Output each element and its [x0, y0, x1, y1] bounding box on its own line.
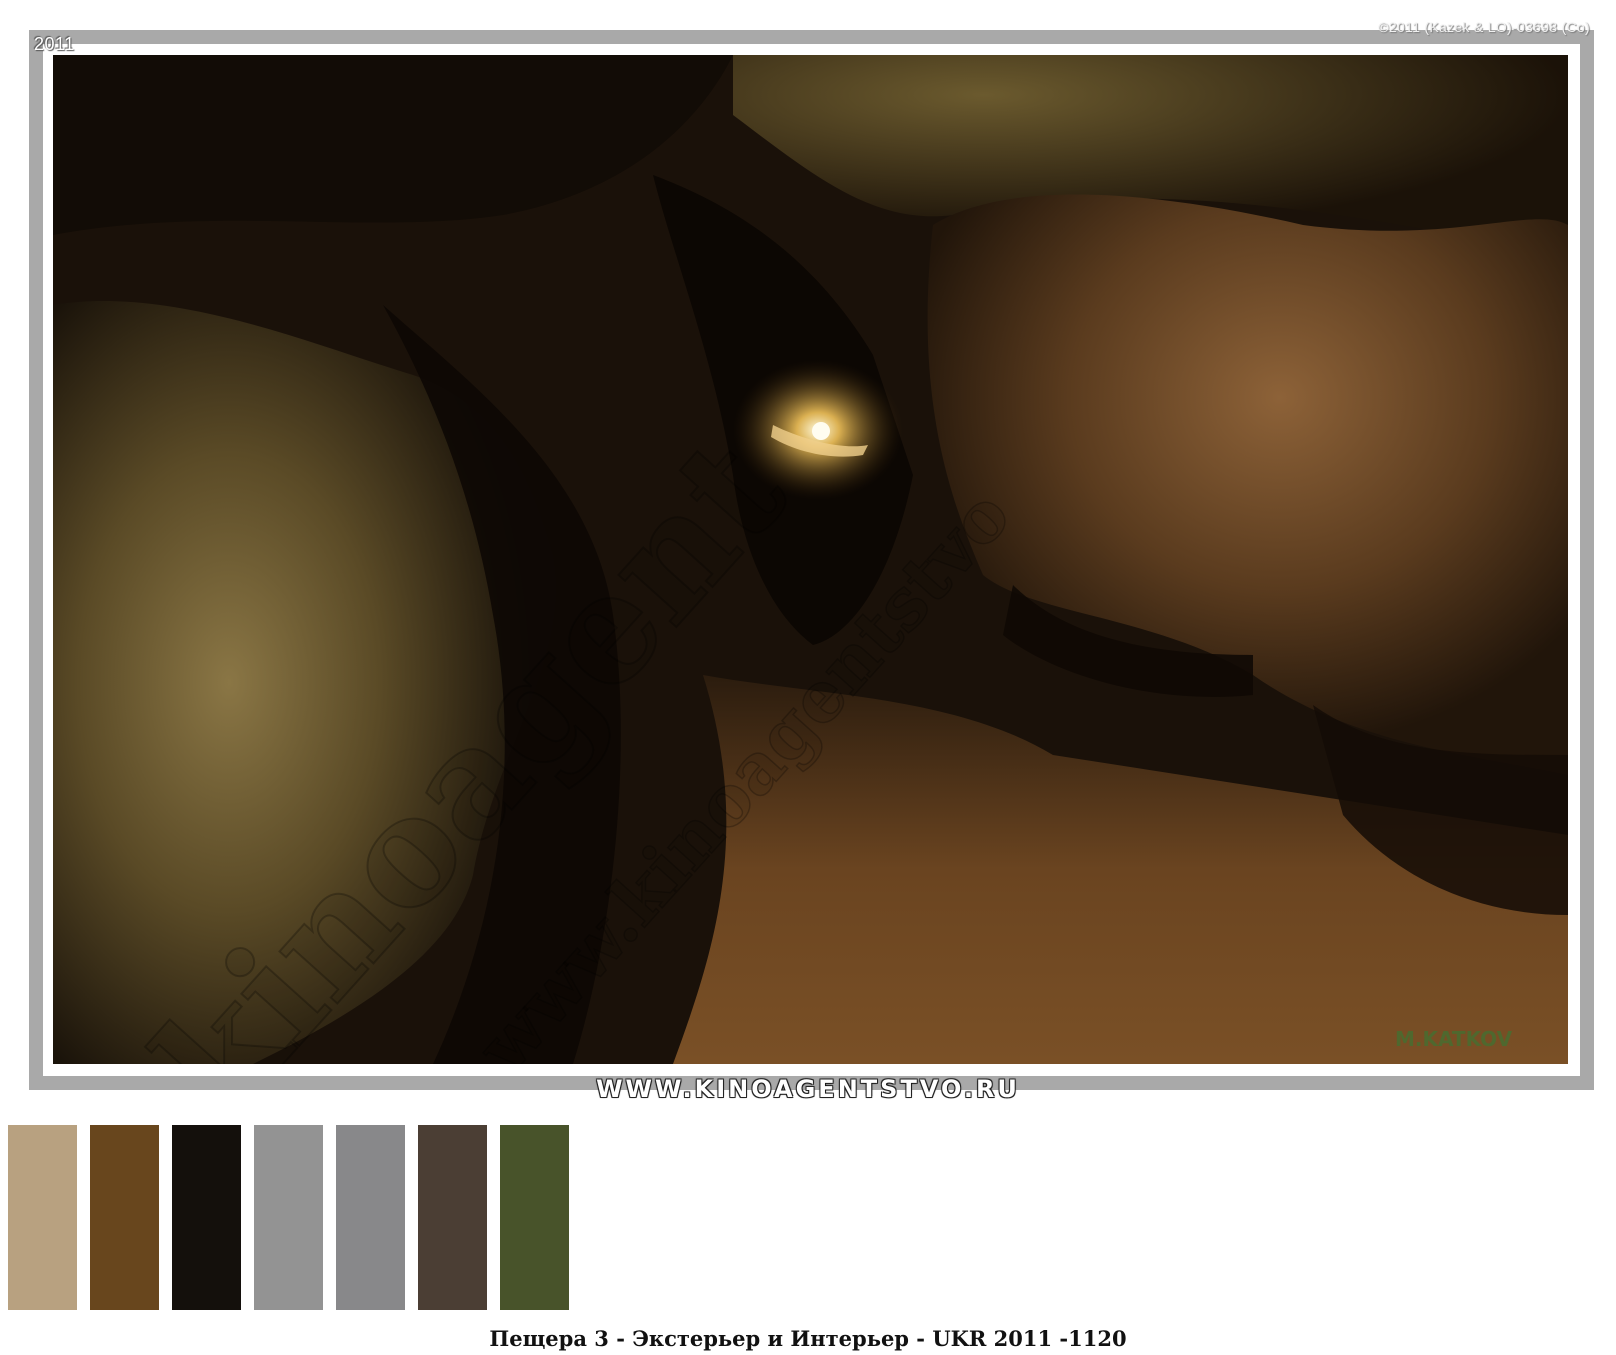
color-swatch-3 — [172, 1125, 241, 1310]
photo-caption: Пещера 3 - Экстерьер и Интерьер - UKR 20… — [489, 1326, 1127, 1351]
color-swatch-1 — [8, 1125, 77, 1310]
cave-photo: kinoagent www.kinoagentstvo — [53, 55, 1568, 1064]
photographer-signature: M.KATKOV — [1395, 1027, 1513, 1051]
copyright-label: ©2011 (Kazek & LO)-03698 (Co) — [1378, 19, 1590, 35]
color-swatch-5 — [336, 1125, 405, 1310]
cave-photo-image — [53, 55, 1568, 1064]
color-swatch-7 — [500, 1125, 569, 1310]
color-swatch-2 — [90, 1125, 159, 1310]
light-source — [812, 422, 830, 440]
year-label: 2011 — [34, 34, 75, 54]
site-banner: WWW.KINOAGENTSTVO.RU — [596, 1075, 1020, 1103]
color-swatch-4 — [254, 1125, 323, 1310]
color-swatch-6 — [418, 1125, 487, 1310]
color-palette — [8, 1125, 569, 1310]
